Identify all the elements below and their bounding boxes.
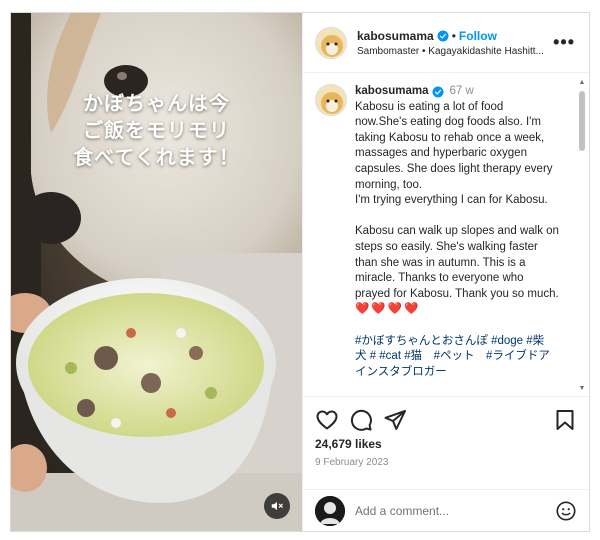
- comment-input[interactable]: [355, 503, 555, 518]
- shiba-avatar-icon: [316, 85, 346, 115]
- bookmark-icon[interactable]: [553, 408, 577, 432]
- post-header: kabosumama • Follow Sambomaster • Kagaya…: [303, 13, 589, 73]
- verified-badge-icon: [437, 30, 449, 41]
- caption-line: Kabosu can walk up slopes and walk on: [355, 225, 559, 238]
- likes-count[interactable]: 24,679 likes: [303, 433, 589, 451]
- hashtag-line[interactable]: 犬 # #cat #猫 #ペット #ライブドア: [355, 349, 569, 365]
- instagram-post: かぼちゃんは今 ご飯をモリモリ 食べてくれます！ kabosumama • Fo…: [10, 12, 590, 532]
- scroll-up-arrow-icon[interactable]: ▲: [578, 79, 586, 87]
- post-date[interactable]: 9 February 2023: [303, 451, 589, 468]
- caption-line: massages and hyperbaric oxygen: [355, 147, 527, 160]
- comments-scrollbar[interactable]: ▲ ▼: [578, 79, 586, 393]
- caption-line: than she was in autumn. This is a: [355, 256, 526, 269]
- caption-line: prayed for Kabosu. Thank you so much.: [355, 287, 559, 300]
- heart-icon[interactable]: [315, 408, 339, 432]
- hashtags[interactable]: #かぼすちゃんとおさんぽ #doge #柴 犬 # #cat #猫 #ペット #…: [355, 334, 569, 381]
- caption: kabosumama 67 w Kabosu is eating a lot o…: [303, 74, 589, 380]
- overlay-line: ご飯をモリモリ: [83, 120, 230, 142]
- share-icon[interactable]: [383, 408, 407, 432]
- comment-icon[interactable]: [349, 408, 373, 432]
- viewer-avatar: [315, 495, 345, 526]
- caption-avatar[interactable]: [315, 84, 347, 116]
- author-avatar[interactable]: [315, 26, 347, 59]
- caption-paragraph: Kabosu can walk up slopes and walk on st…: [355, 224, 569, 318]
- audio-subtitle[interactable]: Sambomaster • Kagayakidashite Hashitt...: [357, 46, 557, 57]
- shiba-avatar-icon: [316, 27, 346, 58]
- hashtag-line[interactable]: インスタブロガー: [355, 365, 569, 381]
- overlay-line: かぼちゃんは今: [83, 93, 230, 115]
- caption-line: Kabosu is eating a lot of food: [355, 100, 504, 113]
- hashtag-line[interactable]: #かぼすちゃんとおさんぽ #doge #柴: [355, 334, 569, 350]
- more-options-button[interactable]: •••: [553, 33, 575, 51]
- follow-button[interactable]: Follow: [459, 29, 497, 43]
- speaker-muted-icon: [271, 501, 283, 511]
- post-actions: 24,679 likes 9 February 2023: [303, 396, 589, 468]
- caption-username[interactable]: kabosumama: [355, 84, 429, 100]
- caption-line: taking Kabosu to rehab once a week,: [355, 131, 545, 144]
- post-video[interactable]: かぼちゃんは今 ご飯をモリモリ 食べてくれます！: [11, 13, 302, 531]
- comments-section: kabosumama 67 w Kabosu is eating a lot o…: [303, 74, 589, 396]
- caption-line: I'm trying everything I can for Kabosu.: [355, 194, 548, 207]
- scroll-thumb[interactable]: [579, 91, 585, 151]
- mute-button[interactable]: [264, 493, 290, 519]
- scroll-down-arrow-icon[interactable]: ▼: [578, 385, 586, 393]
- overlay-line: 食べてくれます！: [73, 147, 240, 169]
- caption-line: morning, too.: [355, 178, 423, 191]
- hearts-emoji: ❤️❤️❤️❤️: [355, 303, 421, 316]
- caption-time[interactable]: 67 w: [450, 84, 474, 100]
- caption-line: now.She's eating dog foods also. I'm: [355, 116, 541, 129]
- caption-line: miracle. Thanks to everyone who: [355, 272, 524, 285]
- video-caption-overlay: かぼちゃんは今 ご飯をモリモリ 食べてくれます！: [11, 91, 302, 172]
- separator-dot: •: [451, 28, 456, 43]
- verified-badge-icon: [432, 86, 444, 98]
- caption-line: capsules. She does light therapy every: [355, 162, 553, 175]
- add-comment-bar: [303, 489, 589, 531]
- caption-paragraph: Kabosu is eating a lot of food now.She's…: [355, 100, 569, 209]
- post-details-panel: kabosumama • Follow Sambomaster • Kagaya…: [302, 13, 589, 531]
- emoji-icon[interactable]: [555, 500, 577, 522]
- author-username[interactable]: kabosumama: [357, 29, 434, 43]
- user-avatar-icon: [315, 495, 345, 526]
- caption-line: steps so easily. She's walking faster: [355, 240, 538, 253]
